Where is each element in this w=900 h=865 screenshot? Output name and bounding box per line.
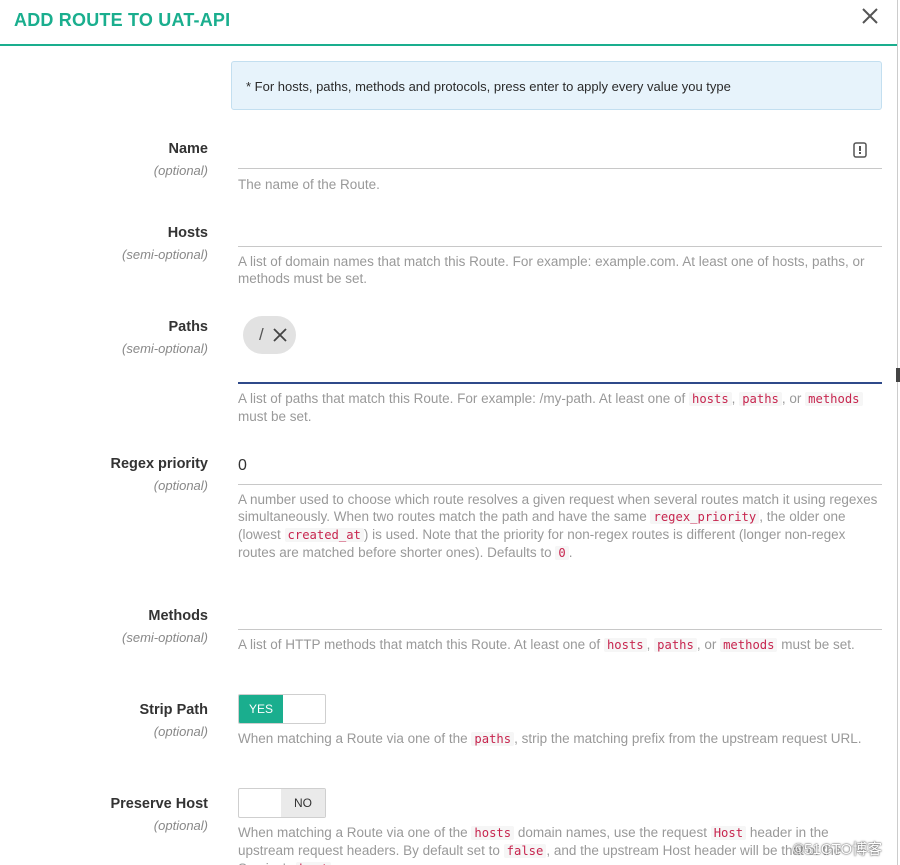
paths-input[interactable] (238, 358, 878, 380)
strip-path-help: When matching a Route via one of the pat… (238, 731, 862, 746)
strip-path-optional-label: (optional) (153, 724, 208, 739)
methods-input-underline (238, 629, 882, 630)
path-chip: / (243, 316, 296, 354)
path-chip-label: / (259, 325, 264, 344)
code-regex-priority: regex_priority (650, 510, 760, 524)
scrollbar-thumb[interactable] (896, 368, 900, 382)
close-icon[interactable] (858, 4, 882, 28)
methods-help: A list of HTTP methods that match this R… (238, 637, 855, 652)
code-paths: paths (471, 732, 515, 746)
methods-input[interactable] (238, 604, 878, 626)
code-methods: methods (805, 392, 863, 406)
paths-optional-label: (semi-optional) (122, 341, 208, 356)
modal-right-border (897, 0, 898, 865)
hosts-input-underline (238, 246, 882, 247)
hosts-input[interactable] (238, 222, 878, 244)
preserve-host-toggle[interactable]: NO (238, 788, 326, 818)
name-help: The name of the Route. (238, 177, 380, 192)
regex-priority-input-underline (238, 484, 882, 485)
methods-optional-label: (semi-optional) (122, 630, 208, 645)
hosts-label: Hosts (167, 225, 208, 241)
paths-label: Paths (168, 319, 209, 335)
code-zero: 0 (555, 546, 569, 560)
preserve-host-optional-label: (optional) (153, 818, 208, 833)
code-false: false (503, 844, 547, 858)
watermark: ©51CTO博客 (793, 841, 883, 858)
name-input-underline (238, 168, 882, 169)
strip-path-toggle[interactable]: YES (238, 694, 326, 724)
preserve-host-toggle-no[interactable]: NO (281, 789, 325, 817)
modal-title: ADD ROUTE TO UAT-API (14, 10, 231, 30)
paths-help: A list of paths that match this Route. F… (238, 390, 883, 425)
name-optional-label: (optional) (153, 163, 208, 178)
preserve-host-help: When matching a Route via one of the hos… (238, 824, 883, 865)
code-paths: paths (654, 638, 697, 652)
regex-priority-input[interactable]: 0 (238, 457, 878, 479)
strip-path-toggle-yes[interactable]: YES (239, 695, 283, 723)
hosts-optional-label: (semi-optional) (122, 247, 208, 262)
password-manager-icon[interactable] (853, 142, 868, 159)
methods-label: Methods (148, 608, 208, 624)
hosts-help: A list of domain names that match this R… (238, 254, 865, 286)
preserve-host-label: Preserve Host (110, 796, 208, 812)
code-created-at: created_at (284, 528, 364, 542)
code-methods: methods (720, 638, 778, 652)
regex-priority-label: Regex priority (110, 456, 209, 472)
name-input[interactable] (238, 142, 838, 164)
code-paths: paths (739, 392, 782, 406)
code-hosts: hosts (688, 392, 732, 406)
code-hosts: hosts (603, 638, 647, 652)
code-host-header: Host (710, 826, 747, 840)
regex-priority-help: A number used to choose which route reso… (238, 492, 878, 560)
regex-priority-optional-label: (optional) (153, 478, 208, 493)
info-notice: * For hosts, paths, methods and protocol… (231, 61, 882, 110)
paths-input-underline (238, 382, 882, 384)
name-label: Name (168, 141, 209, 157)
modal-header: ADD ROUTE TO UAT-API (0, 0, 897, 46)
code-hosts: hosts (471, 826, 515, 840)
remove-chip-icon[interactable] (272, 327, 288, 343)
strip-path-label: Strip Path (139, 702, 208, 718)
